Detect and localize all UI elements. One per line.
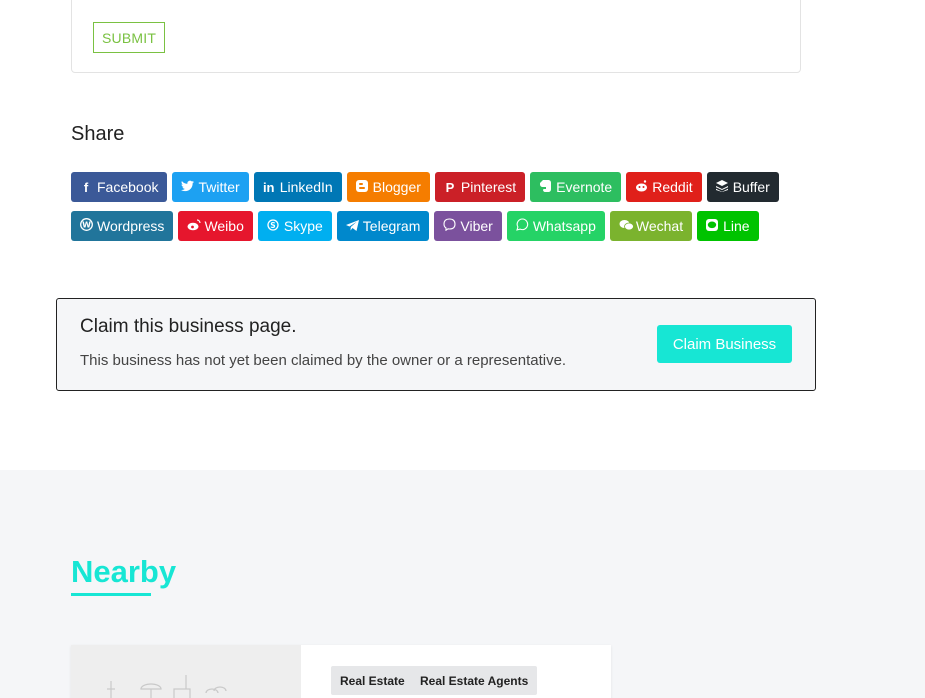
review-form-card: SUBMIT	[71, 0, 801, 73]
facebook-icon: f	[83, 179, 89, 195]
share-button-label: Reddit	[652, 179, 693, 195]
share-button-label: LinkedIn	[279, 179, 333, 195]
share-button-label: Line	[723, 218, 750, 234]
nearby-listing-card[interactable]: Real Estate Real Estate Agents	[71, 645, 611, 698]
submit-button[interactable]: SUBMIT	[93, 22, 166, 53]
page: SUBMIT Share f Facebook Twitter in Linke…	[0, 0, 925, 698]
share-twitter-button[interactable]: Twitter	[172, 172, 249, 202]
share-wechat-button[interactable]: Wechat	[609, 211, 693, 241]
viber-icon	[443, 218, 456, 234]
claim-description: This business has not yet been claimed b…	[80, 352, 567, 369]
pinterest-icon: P	[445, 179, 455, 195]
claim-title: Claim this business page.	[80, 316, 297, 337]
share-button-label: Telegram	[362, 218, 421, 234]
claim-business-box: Claim this business page. This business …	[56, 298, 816, 391]
share-button-label: Whatsapp	[532, 218, 596, 234]
share-buttons-row-2: W Wordpress Weibo S Skype Telegram Viber…	[71, 211, 759, 241]
reddit-icon	[635, 179, 648, 195]
nearby-section: Nearby Real Estate Real Estate Agents	[0, 470, 925, 698]
share-line-button[interactable]: Line	[697, 211, 759, 241]
share-skype-button[interactable]: S Skype	[257, 211, 332, 241]
line-icon	[706, 218, 719, 234]
share-button-label: Weibo	[204, 218, 244, 234]
heading-underline	[71, 593, 151, 596]
share-button-label: Wordpress	[97, 218, 165, 234]
listing-thumbnail[interactable]	[71, 645, 301, 698]
share-button-label: Facebook	[97, 179, 159, 195]
share-weibo-button[interactable]: Weibo	[178, 211, 253, 241]
share-button-label: Buffer	[732, 179, 770, 195]
share-button-label: Twitter	[198, 179, 240, 195]
evernote-icon	[539, 179, 551, 195]
wordpress-icon: W	[80, 218, 93, 234]
share-linkedin-button[interactable]: in LinkedIn	[253, 172, 342, 202]
share-reddit-button[interactable]: Reddit	[626, 172, 702, 202]
svg-text:W: W	[82, 221, 91, 230]
category-tag[interactable]: Real Estate Agents	[411, 666, 538, 695]
svg-text:S: S	[270, 220, 275, 229]
share-button-label: Evernote	[556, 179, 613, 195]
share-pinterest-button[interactable]: P Pinterest	[434, 172, 526, 202]
listing-illustration	[107, 675, 227, 698]
share-button-label: Pinterest	[460, 179, 517, 195]
whatsapp-icon	[516, 218, 528, 234]
share-heading: Share	[71, 123, 125, 145]
share-button-label: Skype	[283, 218, 323, 234]
category-tag[interactable]: Real Estate	[331, 666, 414, 695]
share-blogger-button[interactable]: Blogger	[346, 172, 430, 202]
share-evernote-button[interactable]: Evernote	[530, 172, 622, 202]
weibo-icon	[187, 218, 202, 234]
twitter-icon	[181, 180, 195, 195]
share-facebook-button[interactable]: f Facebook	[71, 172, 168, 202]
share-buffer-button[interactable]: Buffer	[706, 172, 779, 202]
share-button-label: Wechat	[635, 218, 684, 234]
claim-business-button[interactable]: Claim Business	[657, 325, 792, 363]
share-button-label: Blogger	[372, 179, 421, 195]
telegram-icon	[345, 219, 359, 234]
share-button-label: Viber	[460, 218, 493, 234]
share-viber-button[interactable]: Viber	[434, 211, 502, 241]
share-buttons-row-1: f Facebook Twitter in LinkedIn Blogger P…	[71, 172, 779, 202]
linkedin-icon: in	[262, 179, 275, 195]
wechat-icon	[619, 219, 634, 234]
share-telegram-button[interactable]: Telegram	[336, 211, 430, 241]
skype-icon: S	[267, 218, 279, 234]
share-whatsapp-button[interactable]: Whatsapp	[506, 211, 605, 241]
share-wordpress-button[interactable]: W Wordpress	[71, 211, 174, 241]
nearby-heading: Nearby	[71, 554, 177, 589]
buffer-icon	[715, 179, 728, 195]
blogger-icon	[355, 179, 368, 195]
